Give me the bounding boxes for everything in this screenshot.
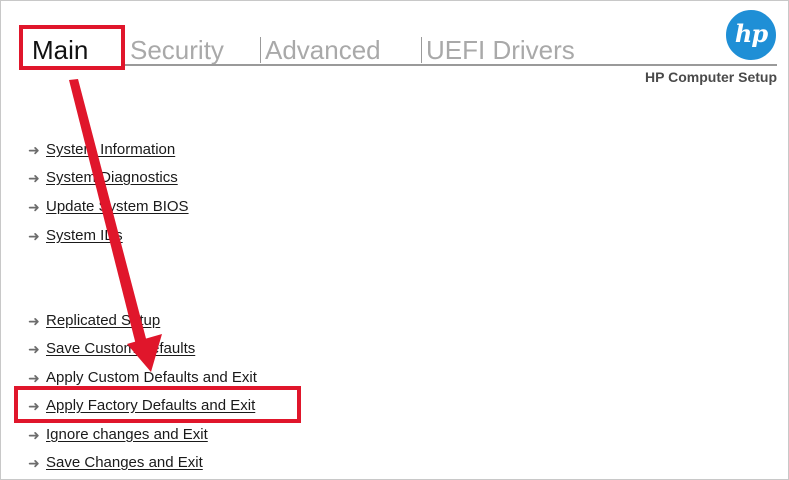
right-arrow-icon: ➜ <box>28 199 40 215</box>
tab-separator <box>260 37 261 63</box>
menu-item-label: Apply Custom Defaults and Exit <box>46 369 257 386</box>
hp-logo-icon: hp <box>726 10 776 60</box>
menu-item-label: System IDs <box>46 227 123 244</box>
right-arrow-icon: ➜ <box>28 228 40 244</box>
menu-item-system-information[interactable]: ➜ System Information <box>28 139 175 161</box>
menu-item-apply-custom-defaults-and-exit[interactable]: ➜ Apply Custom Defaults and Exit <box>28 367 257 389</box>
right-arrow-icon: ➜ <box>28 398 40 414</box>
right-arrow-icon: ➜ <box>28 170 40 186</box>
menu-item-label: Update System BIOS <box>46 198 189 215</box>
tab-main[interactable]: Main <box>32 30 88 70</box>
menu-item-save-changes-and-exit[interactable]: ➜ Save Changes and Exit <box>28 452 203 474</box>
menu-item-label: System Information <box>46 141 176 158</box>
menu-item-label: Replicated Setup <box>46 312 161 329</box>
menu-item-system-ids[interactable]: ➜ System IDs <box>28 225 123 247</box>
menu-item-label: Ignore changes and Exit <box>46 426 208 443</box>
hp-logo-text: hp <box>734 19 768 48</box>
menu-item-ignore-changes-and-exit[interactable]: ➜ Ignore changes and Exit <box>28 424 208 446</box>
tab-separator <box>421 37 422 63</box>
right-arrow-icon: ➜ <box>28 455 40 471</box>
right-arrow-icon: ➜ <box>28 341 40 357</box>
right-arrow-icon: ➜ <box>28 370 40 386</box>
menu-item-save-custom-defaults[interactable]: ➜ Save Custom Defaults <box>28 338 195 360</box>
menu-item-label: System Diagnostics <box>46 169 178 186</box>
right-arrow-icon: ➜ <box>28 313 40 329</box>
right-arrow-icon: ➜ <box>28 427 40 443</box>
page-subtitle: HP Computer Setup <box>645 69 777 85</box>
menu-item-label: Save Custom Defaults <box>46 340 196 357</box>
menu-item-update-system-bios[interactable]: ➜ Update System BIOS <box>28 196 189 218</box>
menu-item-replicated-setup[interactable]: ➜ Replicated Setup <box>28 310 160 332</box>
menu-item-label: Apply Factory Defaults and Exit <box>46 397 256 414</box>
menu-item-apply-factory-defaults-and-exit[interactable]: ➜ Apply Factory Defaults and Exit <box>28 395 255 417</box>
header-divider <box>122 64 777 66</box>
menu-item-label: Save Changes and Exit <box>46 454 203 471</box>
menu-item-system-diagnostics[interactable]: ➜ System Diagnostics <box>28 167 178 189</box>
right-arrow-icon: ➜ <box>28 142 40 158</box>
